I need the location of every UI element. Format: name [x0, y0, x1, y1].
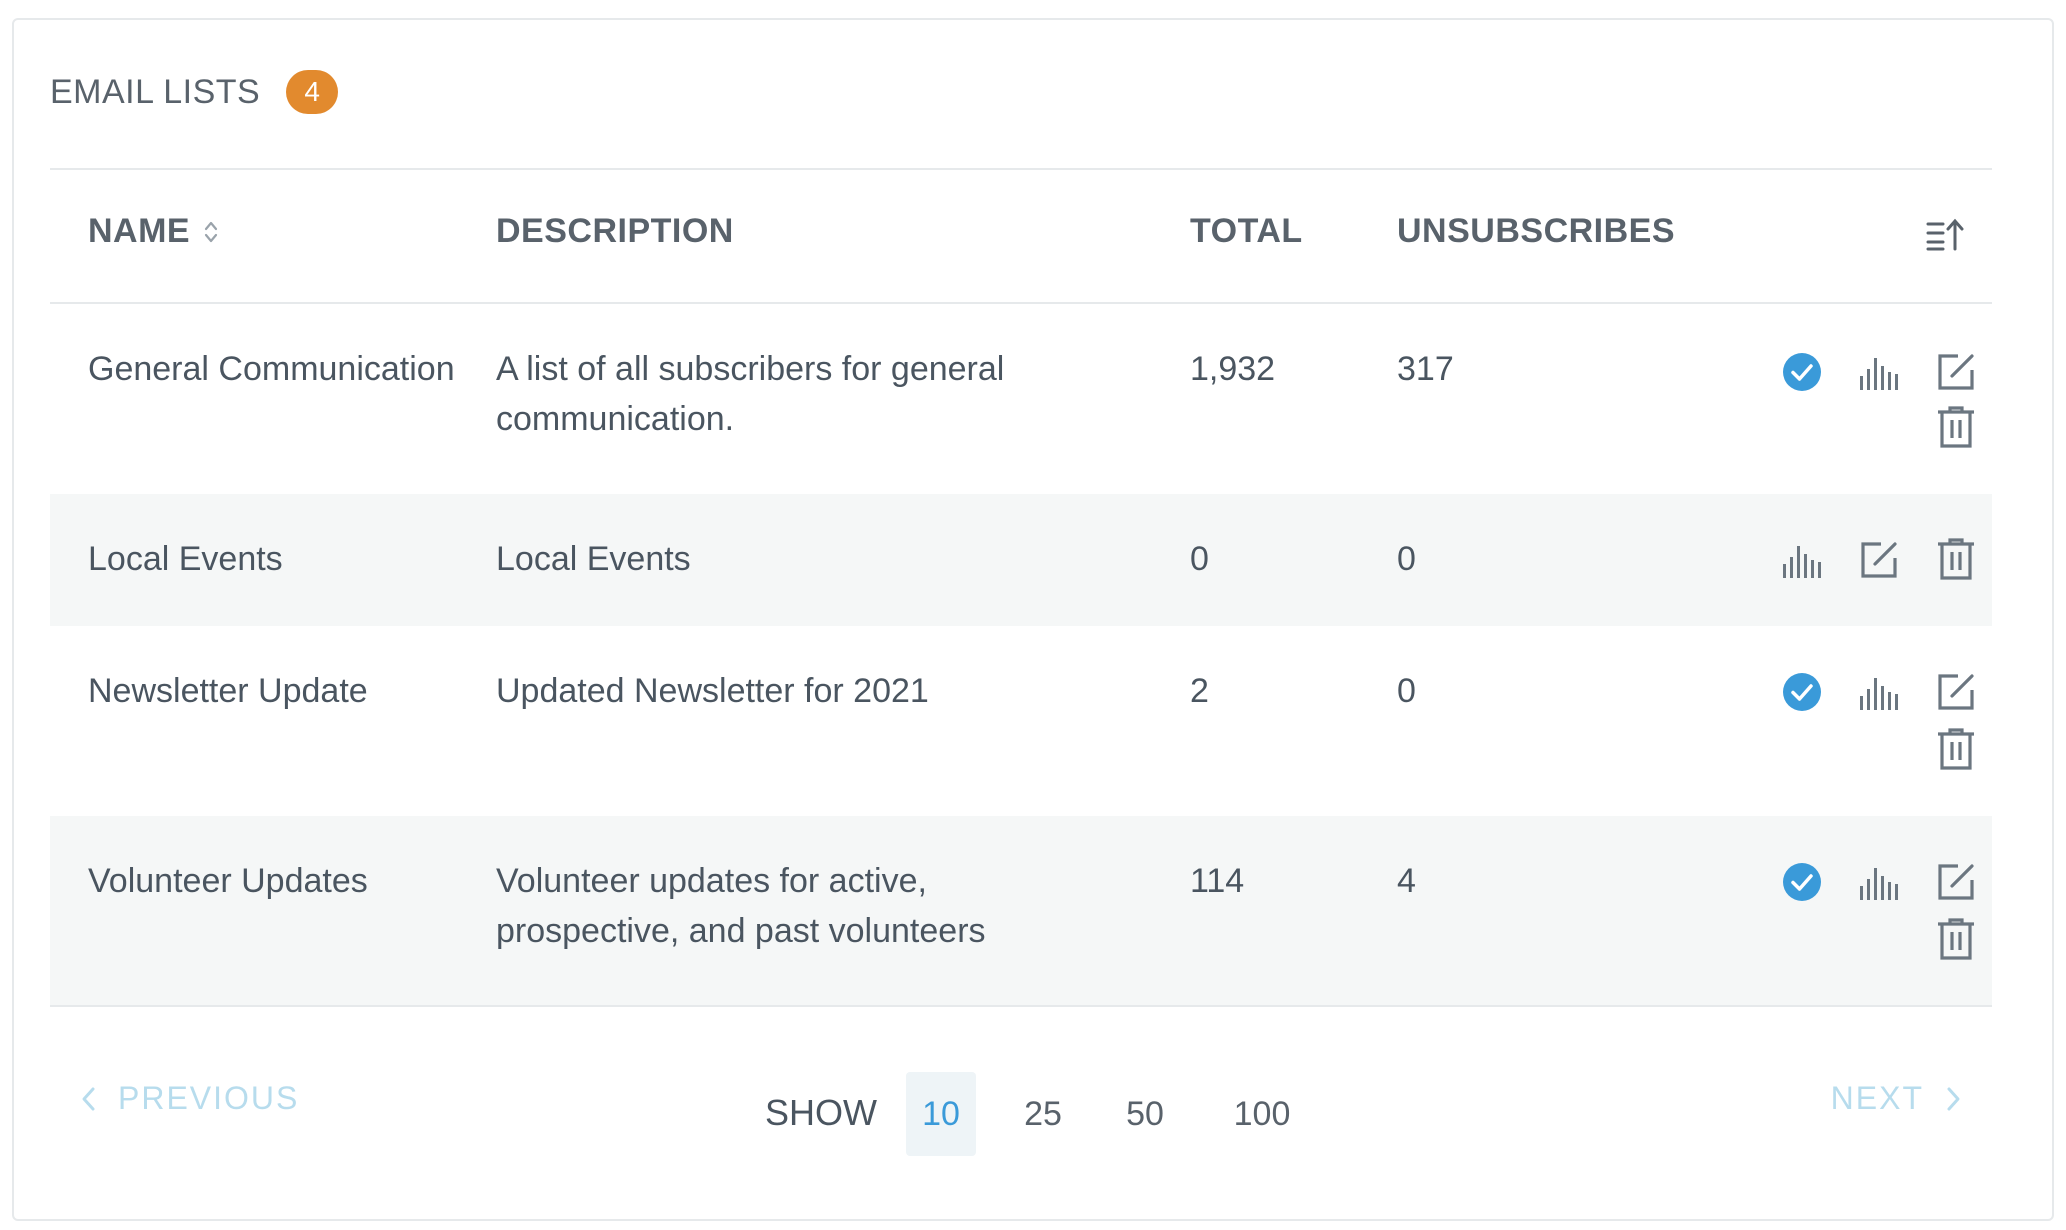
column-header-name-label: NAME — [88, 212, 191, 250]
page-size-100[interactable]: 100 — [1220, 1072, 1304, 1156]
chevron-left-icon — [82, 1087, 95, 1110]
list-unsubscribes: 317 — [1397, 350, 1454, 388]
edit-icon[interactable] — [1936, 352, 1976, 392]
list-name[interactable]: General Communication — [88, 344, 458, 394]
sort-icon[interactable] — [204, 218, 218, 246]
list-unsubscribes: 4 — [1397, 862, 1416, 900]
column-header-total: TOTAL — [1190, 212, 1303, 250]
bar-chart-icon[interactable] — [1782, 542, 1822, 578]
next-label: NEXT — [1830, 1080, 1924, 1116]
trash-icon[interactable] — [1937, 406, 1975, 448]
page-size-25[interactable]: 25 — [1008, 1072, 1078, 1156]
previous-label: PREVIOUS — [118, 1080, 300, 1116]
list-name[interactable]: Volunteer Updates — [88, 856, 458, 906]
bar-chart-icon[interactable] — [1859, 864, 1899, 900]
next-button[interactable]: NEXT — [1831, 1080, 1962, 1117]
card-header: EMAIL LISTS 4 — [50, 70, 339, 114]
check-circle-icon — [1783, 863, 1821, 901]
previous-button[interactable]: PREVIOUS — [80, 1080, 299, 1117]
column-header-unsubscribes: UNSUBSCRIBES — [1397, 212, 1676, 250]
page-size-10[interactable]: 10 — [906, 1072, 976, 1156]
list-description: Local Events — [496, 540, 691, 578]
list-total: 0 — [1190, 540, 1209, 578]
list-description: A list of all subscribers for general co… — [496, 350, 1005, 438]
table-row: Newsletter Update Updated Newsletter for… — [50, 626, 1992, 816]
list-description: Volunteer updates for active, prospectiv… — [496, 862, 986, 950]
column-header-description: DESCRIPTION — [496, 212, 734, 250]
trash-icon[interactable] — [1937, 538, 1975, 580]
list-name[interactable]: Local Events — [88, 534, 458, 584]
bar-chart-icon[interactable] — [1859, 674, 1899, 710]
list-name[interactable]: Newsletter Update — [88, 666, 458, 716]
check-circle-icon — [1783, 353, 1821, 391]
pagination: PREVIOUS SHOW 10 25 50 100 NEXT — [50, 1040, 1992, 1160]
count-badge: 4 — [286, 70, 339, 114]
page-size-50[interactable]: 50 — [1110, 1072, 1180, 1156]
list-description: Updated Newsletter for 2021 — [496, 672, 929, 710]
table-row: Volunteer Updates Volunteer updates for … — [50, 816, 1992, 1006]
table-row: General Communication A list of all subs… — [50, 304, 1992, 494]
bar-chart-icon[interactable] — [1859, 354, 1899, 390]
list-total: 114 — [1190, 862, 1245, 900]
list-total: 2 — [1190, 672, 1209, 710]
column-settings-icon[interactable] — [1925, 218, 1965, 252]
chevron-right-icon — [1947, 1087, 1960, 1110]
list-unsubscribes: 0 — [1397, 672, 1416, 710]
edit-icon[interactable] — [1936, 672, 1976, 712]
list-unsubscribes: 0 — [1397, 540, 1416, 578]
header-divider — [50, 168, 1992, 170]
show-label: SHOW — [765, 1092, 877, 1133]
check-circle-icon — [1783, 673, 1821, 711]
trash-icon[interactable] — [1937, 918, 1975, 960]
edit-icon[interactable] — [1936, 862, 1976, 902]
table-row: Local Events Local Events 0 0 — [50, 494, 1992, 626]
edit-icon[interactable] — [1859, 540, 1899, 580]
column-header-name[interactable]: NAME — [88, 212, 218, 251]
trash-icon[interactable] — [1937, 728, 1975, 770]
table-footer-divider — [50, 1005, 1992, 1007]
card-title: EMAIL LISTS — [50, 72, 261, 111]
list-total: 1,932 — [1190, 350, 1276, 388]
